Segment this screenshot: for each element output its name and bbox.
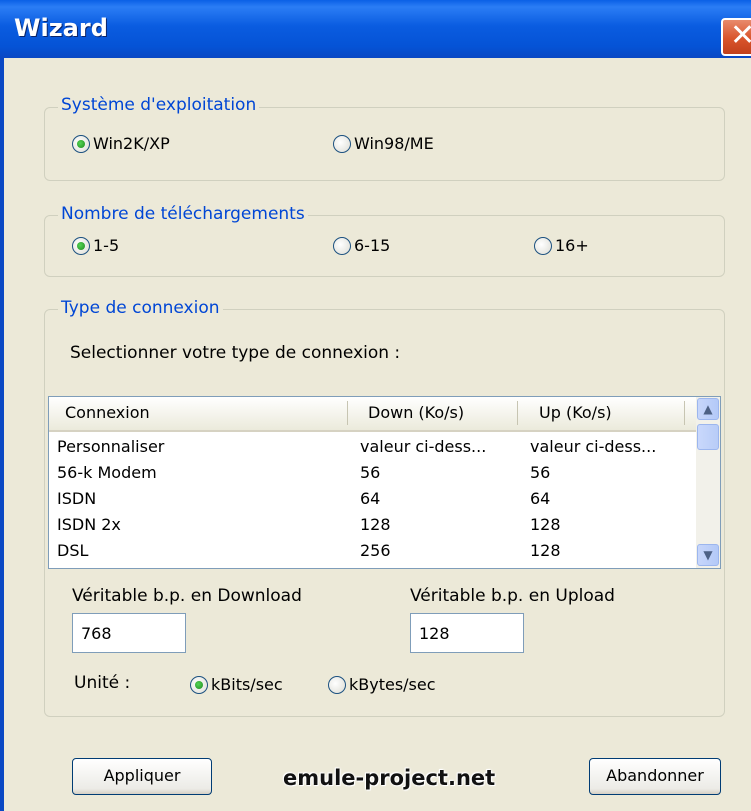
radio-downloads-16-plus[interactable]: 16+ [534, 236, 589, 255]
close-button[interactable]: ✕ [721, 18, 751, 56]
unit-label: Unité : [74, 673, 131, 693]
table-row[interactable]: ISDN 2x 128 128 [49, 513, 696, 539]
scrollbar-thumb[interactable] [697, 424, 719, 450]
close-icon: ✕ [730, 18, 751, 53]
radio-win98-me[interactable]: Win98/ME [333, 134, 434, 153]
chevron-down-icon: ▼ [703, 548, 713, 562]
row-down: 56 [360, 463, 381, 482]
table-row[interactable]: 56-k Modem 56 56 [49, 461, 696, 487]
scroll-up-button[interactable]: ▲ [697, 398, 719, 420]
radio-kbits-label: kBits/sec [211, 675, 283, 694]
table-row[interactable]: ISDN 64 64 [49, 487, 696, 513]
radio-selected-icon [72, 134, 90, 153]
upload-bandwidth-label: Véritable b.p. en Upload [410, 586, 615, 606]
radio-unselected-icon [333, 134, 351, 153]
row-up: 128 [530, 515, 561, 534]
row-up: 64 [530, 489, 551, 508]
download-bandwidth-input[interactable]: 768 [72, 613, 186, 653]
radio-win2k-xp-label: Win2K/XP [93, 134, 170, 153]
table-row[interactable]: DSL 256 128 [49, 539, 696, 565]
row-up: 128 [530, 541, 561, 560]
radio-downloads-6-15-label: 6-15 [354, 236, 391, 255]
connection-instruction: Selectionner votre type de connexion : [70, 343, 401, 363]
radio-selected-icon [72, 236, 90, 255]
radio-kbits[interactable]: kBits/sec [190, 675, 283, 694]
table-row[interactable]: Personnaliser valeur ci-dess... valeur c… [49, 435, 696, 461]
row-down: 128 [360, 515, 391, 534]
watermark-text: emule-project.net [283, 766, 496, 790]
row-up: 56 [530, 463, 551, 482]
row-down: 256 [360, 541, 391, 560]
apply-button[interactable]: Appliquer [72, 758, 212, 795]
wizard-window: Wizard ✕ Système d'exploitation Win2K/XP… [0, 0, 751, 811]
row-connexion: 56-k Modem [57, 463, 157, 482]
row-connexion: ISDN 2x [57, 515, 121, 534]
column-header-down[interactable]: Down (Ko/s) [368, 403, 464, 422]
connection-group-legend: Type de connexion [58, 298, 223, 318]
column-separator[interactable] [517, 401, 518, 425]
radio-unselected-icon [328, 675, 346, 694]
row-connexion: DSL [57, 541, 89, 560]
radio-downloads-1-5-label: 1-5 [93, 236, 120, 255]
column-separator[interactable] [684, 401, 685, 425]
window-title: Wizard [14, 14, 108, 42]
column-header-connexion[interactable]: Connexion [65, 403, 150, 422]
download-bandwidth-label: Véritable b.p. en Download [72, 586, 302, 606]
column-separator[interactable] [347, 401, 348, 425]
scroll-down-button[interactable]: ▼ [697, 544, 719, 566]
radio-kbytes-label: kBytes/sec [349, 675, 436, 694]
row-up: valeur ci-dess... [530, 437, 657, 456]
row-connexion: ISDN [57, 489, 97, 508]
radio-downloads-6-15[interactable]: 6-15 [333, 236, 390, 255]
radio-kbytes[interactable]: kBytes/sec [328, 675, 436, 694]
connection-list[interactable]: Connexion Down (Ko/s) Up (Ko/s) Personna… [48, 396, 721, 569]
column-header-up[interactable]: Up (Ko/s) [539, 403, 612, 422]
radio-win2k-xp[interactable]: Win2K/XP [72, 134, 170, 153]
os-group-legend: Système d'exploitation [58, 95, 260, 115]
radio-downloads-16-plus-label: 16+ [555, 236, 589, 255]
chevron-up-icon: ▲ [703, 402, 713, 416]
cancel-button[interactable]: Abandonner [589, 758, 721, 795]
downloads-group-legend: Nombre de téléchargements [58, 204, 308, 224]
list-header: Connexion Down (Ko/s) Up (Ko/s) [49, 397, 696, 432]
row-down: 64 [360, 489, 381, 508]
title-bar[interactable]: Wizard ✕ [0, 0, 751, 58]
radio-unselected-icon [534, 236, 552, 255]
radio-selected-icon [190, 675, 208, 694]
row-down: valeur ci-dess... [360, 437, 487, 456]
upload-bandwidth-input[interactable]: 128 [410, 613, 524, 653]
radio-downloads-1-5[interactable]: 1-5 [72, 236, 119, 255]
vertical-scrollbar[interactable]: ▲ ▼ [696, 397, 720, 568]
radio-unselected-icon [333, 236, 351, 255]
radio-win98-me-label: Win98/ME [354, 134, 434, 153]
row-connexion: Personnaliser [57, 437, 165, 456]
window-border [0, 58, 4, 811]
